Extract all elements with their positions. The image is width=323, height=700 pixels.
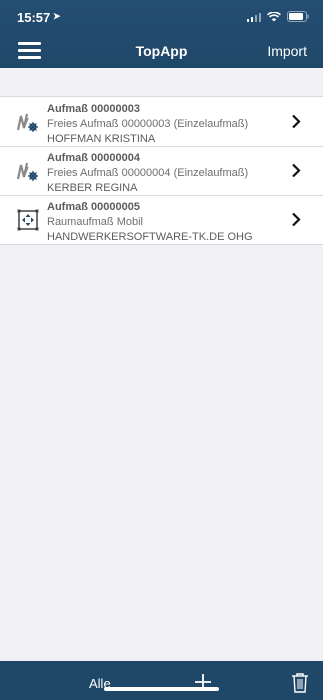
status-indicators [246,11,310,22]
nav-bar: TopApp Import [0,30,323,68]
chevron-right-icon [292,114,301,129]
item-title: Aufmaß 00000005 [47,201,140,213]
status-time: 15:57 [17,10,51,25]
list-spacer [0,68,323,96]
measure-free-icon [16,162,38,181]
wifi-icon [267,11,281,22]
location-arrow-icon: ➤ [53,11,61,21]
measurement-list: Aufmaß 00000003 Freies Aufmaß 00000003 (… [0,96,323,245]
list-item[interactable]: Aufmaß 00000004 Freies Aufmaß 00000004 (… [0,146,323,195]
cellular-signal-icon [246,12,261,22]
chevron-right-icon [292,212,301,227]
measure-free-icon [16,113,38,132]
list-item[interactable]: Aufmaß 00000003 Freies Aufmaß 00000003 (… [0,97,323,146]
item-title: Aufmaß 00000004 [47,152,140,164]
bottom-toolbar: Alle [0,661,323,700]
status-bar: 15:57 ➤ [0,0,323,30]
item-customer: HOFFMAN KRISTINA [47,133,156,145]
home-indicator [104,687,219,691]
list-item[interactable]: Aufmaß 00000005 Raumaufmaß Mobil HANDWER… [0,195,323,244]
item-subtitle: Freies Aufmaß 00000004 (Einzelaufmaß) [47,167,249,179]
room-measure-icon [17,209,39,231]
item-customer: HANDWERKERSOFTWARE-TK.DE OHG [47,231,253,243]
import-button[interactable]: Import [267,43,307,59]
item-subtitle: Raumaufmaß Mobil [47,216,143,228]
trash-icon[interactable] [291,672,309,693]
item-title: Aufmaß 00000003 [47,103,140,115]
battery-icon [287,11,309,22]
top-bar: 15:57 ➤ TopApp Import [0,0,323,68]
item-subtitle: Freies Aufmaß 00000003 (Einzelaufmaß) [47,118,249,130]
chevron-right-icon [292,163,301,178]
item-customer: KERBER REGINA [47,182,138,194]
